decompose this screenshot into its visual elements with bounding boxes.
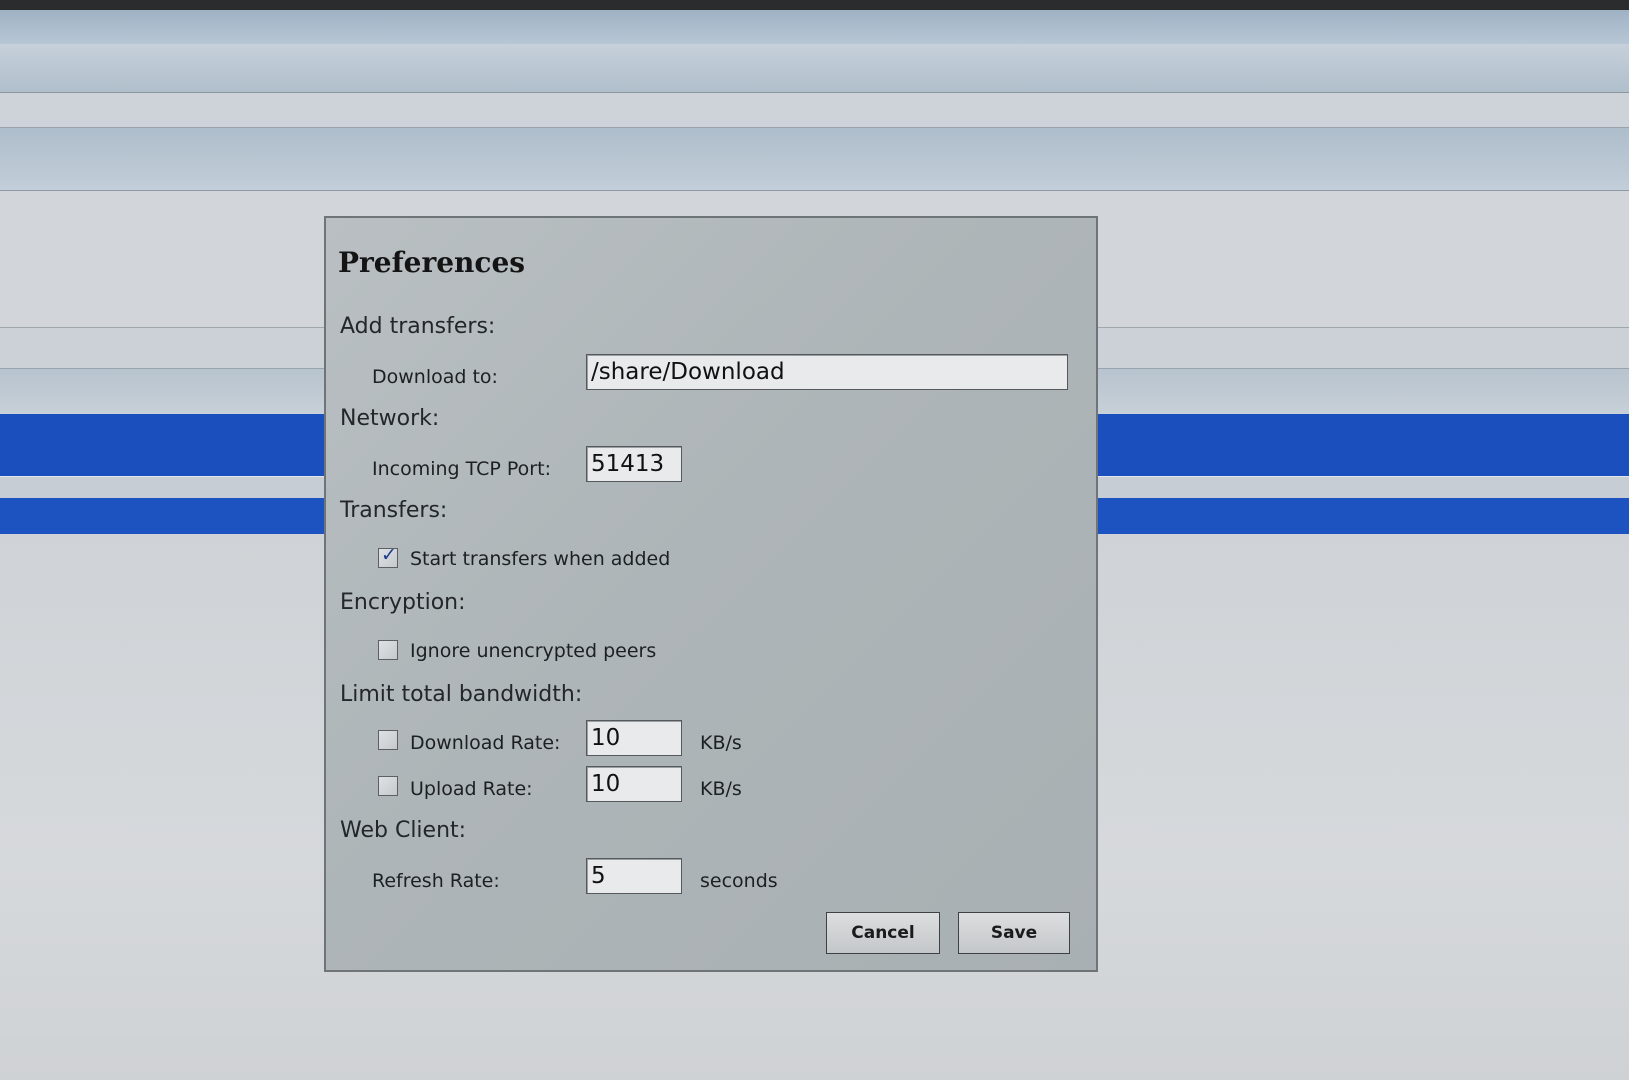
cancel-button[interactable]: Cancel	[826, 912, 940, 954]
section-encryption: Encryption:	[340, 590, 466, 615]
upload-rate-label: Upload Rate:	[410, 778, 533, 800]
refresh-rate-label: Refresh Rate:	[372, 870, 500, 892]
browser-toolbar	[0, 44, 1629, 93]
checkmark-icon: ✓	[381, 544, 397, 566]
browser-address-area	[0, 93, 1629, 128]
section-web-client: Web Client:	[340, 818, 467, 843]
section-network: Network:	[340, 406, 440, 431]
dialog-title: Preferences	[338, 246, 526, 279]
browser-title-bar	[0, 10, 1629, 44]
section-limit-bandwidth: Limit total bandwidth:	[340, 682, 583, 707]
download-to-input[interactable]	[586, 354, 1068, 390]
screen-top-edge	[0, 0, 1629, 10]
download-rate-label: Download Rate:	[410, 732, 561, 754]
tcp-port-label: Incoming TCP Port:	[372, 458, 551, 480]
preferences-dialog: Preferences Add transfers: Download to: …	[324, 216, 1098, 972]
download-rate-checkbox[interactable]	[378, 730, 398, 750]
upload-rate-checkbox[interactable]	[378, 776, 398, 796]
app-toolbar	[0, 128, 1629, 191]
ignore-unencrypted-label: Ignore unencrypted peers	[410, 640, 657, 662]
refresh-rate-unit: seconds	[700, 870, 778, 892]
ignore-unencrypted-checkbox[interactable]	[378, 640, 398, 660]
tcp-port-input[interactable]	[586, 446, 682, 482]
section-add-transfers: Add transfers:	[340, 314, 496, 339]
refresh-rate-input[interactable]	[586, 858, 682, 894]
save-button[interactable]: Save	[958, 912, 1070, 954]
download-rate-unit: KB/s	[700, 732, 742, 754]
upload-rate-input[interactable]	[586, 766, 682, 802]
upload-rate-unit: KB/s	[700, 778, 742, 800]
start-transfers-label: Start transfers when added	[410, 548, 671, 570]
download-to-label: Download to:	[372, 366, 498, 388]
start-transfers-checkbox[interactable]: ✓	[378, 544, 398, 568]
download-rate-input[interactable]	[586, 720, 682, 756]
section-transfers: Transfers:	[340, 498, 448, 523]
